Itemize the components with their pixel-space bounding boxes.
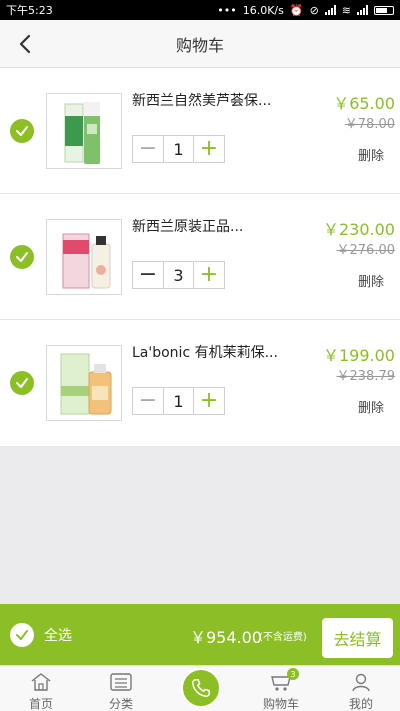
dots-indicator: ••• xyxy=(217,3,237,17)
tab-category[interactable]: 分类 xyxy=(81,666,161,711)
tab-home[interactable]: 首页 xyxy=(1,666,81,711)
status-time: 下午5:23 xyxy=(6,4,53,17)
cart-item: 新西兰原装正品... − 3 + ￥230.00 ￥276.00 删除 xyxy=(0,194,400,320)
item-checkbox[interactable] xyxy=(10,371,34,395)
category-icon xyxy=(110,673,132,691)
quantity-value[interactable]: 1 xyxy=(164,136,193,162)
product-name[interactable]: 新西兰自然美芦荟保... xyxy=(132,90,282,110)
increase-button[interactable]: + xyxy=(193,136,224,162)
item-checkbox[interactable] xyxy=(10,245,34,269)
delete-button[interactable]: 删除 xyxy=(358,145,384,164)
quantity-stepper: − 1 + xyxy=(132,135,225,163)
tab-profile[interactable]: 我的 xyxy=(321,666,400,711)
increase-button[interactable]: + xyxy=(193,388,224,414)
product-name[interactable]: La'bonic 有机茉莉保... xyxy=(132,342,282,362)
product-image[interactable] xyxy=(46,219,122,295)
decrease-button[interactable]: − xyxy=(133,262,164,288)
cart-item: La'bonic 有机茉莉保... − 1 + ￥199.00 ￥238.79 … xyxy=(0,320,400,446)
product-image[interactable] xyxy=(46,93,122,169)
back-chevron-icon[interactable] xyxy=(14,32,38,56)
decrease-button[interactable]: − xyxy=(133,388,164,414)
item-checkbox[interactable] xyxy=(10,119,34,143)
total-price: ￥954.00 xyxy=(190,628,262,647)
quantity-stepper: − 3 + xyxy=(132,261,225,289)
wifi-icon: ≋ xyxy=(341,3,351,17)
page-header: 购物车 xyxy=(0,20,400,68)
checkmark-icon xyxy=(16,630,28,640)
select-all-checkbox[interactable] xyxy=(10,623,34,647)
signal-icon xyxy=(357,5,368,15)
tab-label: 我的 xyxy=(348,697,373,711)
tab-label: 购物车 xyxy=(262,697,299,711)
checkmark-icon xyxy=(16,126,28,136)
product-price: ￥199.00 xyxy=(323,346,395,365)
home-icon xyxy=(31,673,51,691)
product-price: ￥65.00 xyxy=(333,94,395,113)
product-original-price: ￥276.00 xyxy=(336,243,396,258)
product-name[interactable]: 新西兰原装正品... xyxy=(132,216,282,236)
product-image[interactable] xyxy=(46,345,122,421)
quantity-value[interactable]: 3 xyxy=(164,262,193,288)
shipping-note: (不含运费) xyxy=(259,632,307,643)
checkout-button[interactable]: 去结算 xyxy=(322,618,393,658)
cart-item: 新西兰自然美芦荟保... − 1 + ￥65.00 ￥78.00 删除 xyxy=(0,68,400,194)
product-original-price: ￥238.79 xyxy=(336,369,396,384)
tab-cart[interactable]: 3 购物车 xyxy=(241,666,321,711)
alarm-icon: ⏰ xyxy=(289,3,304,17)
cart-list: 新西兰自然美芦荟保... − 1 + ￥65.00 ￥78.00 删除 新西兰原… xyxy=(0,68,400,446)
cart-badge: 3 xyxy=(287,668,299,680)
tab-label: 分类 xyxy=(108,697,133,711)
increase-button[interactable]: + xyxy=(193,262,224,288)
call-button[interactable] xyxy=(181,668,221,708)
quantity-stepper: − 1 + xyxy=(132,387,225,415)
tab-label: 首页 xyxy=(28,697,53,711)
delete-button[interactable]: 删除 xyxy=(358,271,384,290)
checkout-bar: 全选 ￥954.00 (不含运费) 去结算 xyxy=(0,604,400,665)
checkmark-icon xyxy=(16,378,28,388)
decrease-button[interactable]: − xyxy=(133,136,164,162)
delete-button[interactable]: 删除 xyxy=(358,397,384,416)
battery-icon xyxy=(374,5,394,15)
signal-icon xyxy=(324,5,336,15)
status-bar: 下午5:23 ••• 16.0K/s ⏰ ⊘ ≋ xyxy=(0,0,400,20)
mute-icon: ⊘ xyxy=(309,3,319,17)
phone-icon xyxy=(192,679,210,697)
network-speed: 16.0K/s xyxy=(242,3,284,17)
product-price: ￥230.00 xyxy=(323,220,395,239)
quantity-value[interactable]: 1 xyxy=(164,388,193,414)
select-all-label[interactable]: 全选 xyxy=(44,625,72,645)
page-title: 购物车 xyxy=(175,35,224,55)
checkmark-icon xyxy=(16,252,28,262)
user-icon xyxy=(352,673,370,692)
product-original-price: ￥78.00 xyxy=(344,117,395,132)
